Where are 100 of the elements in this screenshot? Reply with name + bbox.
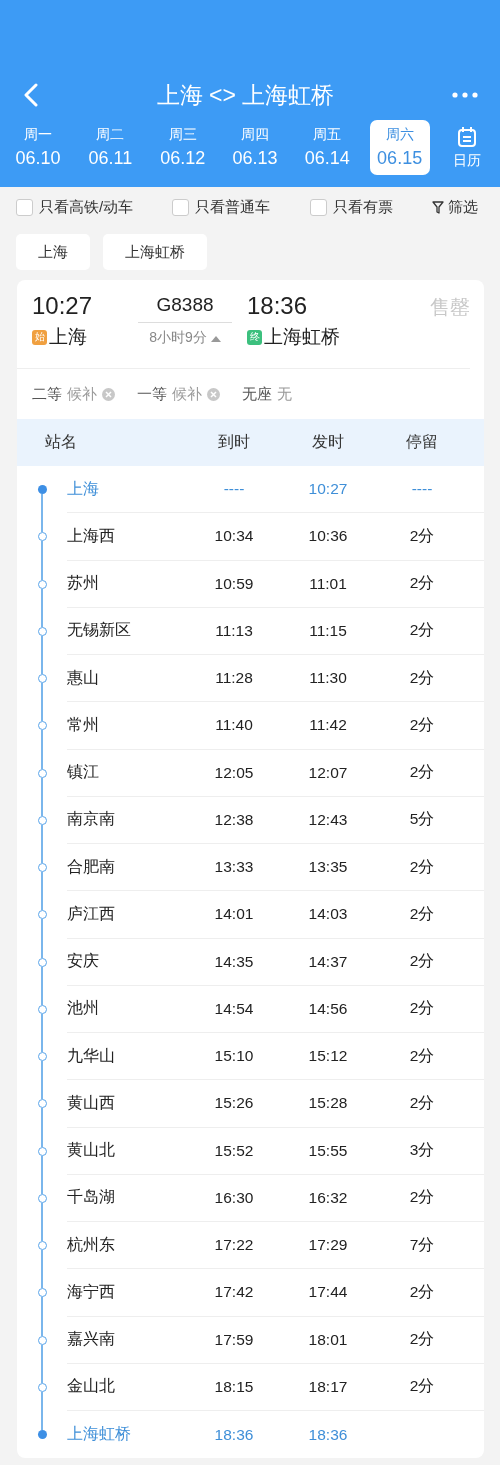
departure-cell-text: 11:42 <box>308 716 348 735</box>
stop-duration-cell-text: 2分 <box>408 1045 436 1066</box>
arrival-cell-text: 18:15 <box>213 1377 255 1396</box>
stop-duration-cell-text: 2分 <box>408 1187 436 1208</box>
departure-cell-text: 17:29 <box>307 1236 349 1255</box>
column-header: 发时 <box>311 432 345 452</box>
stop-duration-cell-text: 2分 <box>408 1376 436 1397</box>
stop-duration-cell-text: 2分 <box>408 998 436 1019</box>
train-number: G8388 <box>138 292 232 323</box>
arrival-cell-text: 14:35 <box>213 952 255 971</box>
caret-icon[interactable] <box>210 334 221 342</box>
back-icon[interactable] <box>23 83 39 107</box>
close-icon <box>102 387 115 401</box>
station-name: 镇江 <box>67 762 100 783</box>
arrival-cell-text: 11:40 <box>214 716 254 735</box>
date-tab[interactable]: 周六 06.15 <box>369 120 430 175</box>
departure-cell-text: 12:07 <box>307 763 349 782</box>
station-chip[interactable]: 上海 <box>16 234 90 270</box>
arrival-cell-text: 12:05 <box>213 763 255 782</box>
filter-checkbox[interactable]: 只看高铁/动车 <box>16 197 134 217</box>
arrival-cell-text: ---- <box>222 480 246 499</box>
departure-cell-text: 15:55 <box>307 1141 349 1160</box>
station-name: 惠山 <box>67 667 100 688</box>
column-header: 到时 <box>217 432 251 452</box>
origin-station: 上海 <box>49 325 87 349</box>
station-name: 常州 <box>67 714 100 735</box>
departure-cell-text: 11:15 <box>308 621 348 640</box>
station-name: 黄山西 <box>67 1092 116 1113</box>
station-name: 杭州东 <box>67 1234 116 1255</box>
station-name: 上海 <box>67 478 100 499</box>
station-name: 九华山 <box>67 1045 116 1066</box>
departure-cell-text: 15:12 <box>307 1047 349 1066</box>
arrival-cell-text: 13:33 <box>213 858 255 877</box>
arrival-cell-text: 17:42 <box>213 1283 255 1302</box>
station-chip[interactable]: 上海虹桥 <box>103 234 207 270</box>
filter-checkbox[interactable]: 只看有票 <box>309 197 393 217</box>
stop-duration-cell-text: 2分 <box>408 903 436 924</box>
start-badge: 始 <box>32 329 47 345</box>
stop-duration-cell-text: 7分 <box>408 1234 436 1255</box>
arrival-cell-text: 17:22 <box>213 1236 255 1255</box>
departure-cell-text: 10:27 <box>307 480 349 499</box>
station-name: 安庆 <box>67 951 100 972</box>
date-tab[interactable]: 周一 06.10 <box>8 120 68 175</box>
column-header: 站名 <box>44 432 78 452</box>
station-name: 南京南 <box>67 809 116 830</box>
stop-duration-cell-text: 2分 <box>408 762 436 783</box>
stop-duration-cell-text: 5分 <box>408 809 436 830</box>
more-icon[interactable] <box>452 92 478 98</box>
station-name: 千岛湖 <box>67 1187 116 1208</box>
station-name: 池州 <box>67 998 100 1019</box>
arrival-cell-text: 14:54 <box>213 999 255 1018</box>
departure-cell-text: 14:03 <box>307 905 349 924</box>
date-tab[interactable]: 周三 06.12 <box>152 120 213 175</box>
stop-duration-cell-text: 2分 <box>408 1092 436 1113</box>
date-tab[interactable]: 周四 06.13 <box>225 120 285 175</box>
calendar-button[interactable]: 日历 <box>441 125 492 170</box>
end-badge: 终 <box>247 329 262 345</box>
arrival-cell-text: 10:34 <box>213 527 255 546</box>
stop-duration-cell-text: 2分 <box>408 1329 436 1350</box>
stop-duration-cell-text: 2分 <box>408 667 436 688</box>
departure-time: 10:27 <box>32 292 94 320</box>
stop-duration-cell-text: 2分 <box>408 856 436 877</box>
seat-status: 候补 <box>172 384 202 404</box>
filter-checkbox[interactable]: 只看普通车 <box>172 197 271 217</box>
destination-station: 上海虹桥 <box>264 325 340 349</box>
departure-cell-text: 12:43 <box>307 810 349 829</box>
departure-cell-text: 17:44 <box>307 1283 349 1302</box>
departure-cell-text: 16:32 <box>307 1188 349 1207</box>
station-name: 庐江西 <box>67 903 116 924</box>
arrival-cell-text: 15:26 <box>213 1094 255 1113</box>
station-name: 无锡新区 <box>67 620 132 641</box>
page-title: 上海 <> 上海虹桥 <box>156 80 335 110</box>
close-icon <box>207 387 220 401</box>
stop-duration-cell-text: 2分 <box>408 620 436 641</box>
date-tab[interactable]: 周五 06.14 <box>297 120 358 175</box>
seat-status: 候补 <box>67 384 97 404</box>
arrival-cell-text: 18:36 <box>213 1425 255 1444</box>
date-tab[interactable]: 周二 06.11 <box>80 120 141 175</box>
filter-icon[interactable] <box>431 200 444 214</box>
arrival-cell-text: 11:13 <box>214 621 254 640</box>
arrival-cell-text: 15:52 <box>213 1141 255 1160</box>
filter-button[interactable]: 筛选 <box>431 197 478 217</box>
arrival-cell-text: 14:01 <box>213 905 255 924</box>
arrival-time: 18:36 <box>247 292 309 320</box>
duration: 8小时9分 <box>149 329 207 347</box>
departure-cell-text: 13:35 <box>307 858 349 877</box>
arrival-cell-text: 12:38 <box>213 810 255 829</box>
calendar-icon[interactable] <box>456 125 477 148</box>
arrival-cell-text: 16:30 <box>213 1188 255 1207</box>
station-name: 黄山北 <box>67 1140 116 1161</box>
stop-duration-cell-text: 2分 <box>408 525 436 546</box>
departure-cell-text: 18:17 <box>307 1377 349 1396</box>
departure-cell-text: 18:01 <box>307 1330 349 1349</box>
station-name: 苏州 <box>67 573 100 594</box>
stop-duration-cell-text: ---- <box>410 480 434 499</box>
arrival-cell-text: 15:10 <box>213 1047 255 1066</box>
departure-cell-text: 10:36 <box>307 527 349 546</box>
seat-class: 无座 <box>242 384 272 404</box>
departure-cell-text: 11:01 <box>308 574 348 593</box>
station-name: 金山北 <box>67 1376 116 1397</box>
